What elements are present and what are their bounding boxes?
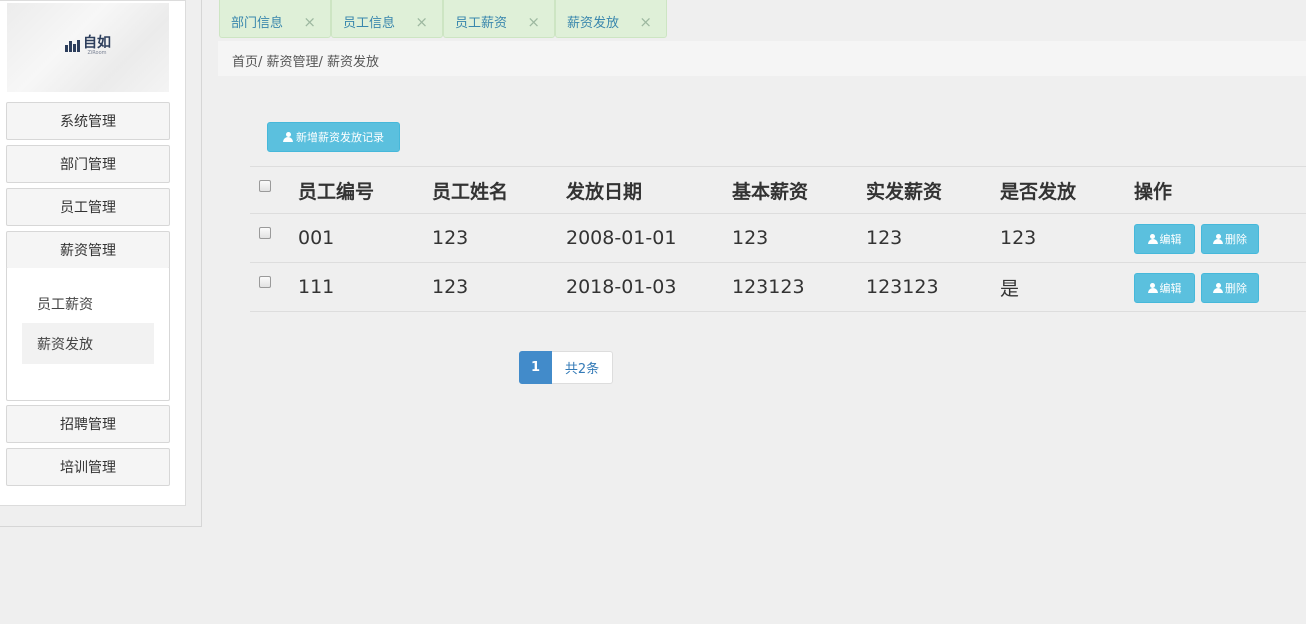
edit-button[interactable]: 编辑 <box>1134 224 1195 254</box>
submenu-item-employee-salary[interactable]: 员工薪资 <box>22 283 154 324</box>
tab-label[interactable]: 员工薪资 <box>455 14 507 34</box>
breadcrumb-bar: 首页/ 薪资管理/ 薪资发放 <box>218 41 1306 76</box>
column-header: 实发薪资 <box>866 180 943 203</box>
column-header: 基本薪资 <box>732 180 809 203</box>
sidebar-item-training[interactable]: 培训管理 <box>6 448 170 486</box>
submenu-item-salary-payment[interactable]: 薪资发放 <box>22 323 154 364</box>
select-all-checkbox[interactable] <box>259 180 271 192</box>
cell-net-salary: 123 <box>866 227 903 249</box>
logo: 自如 ZiRoom <box>7 3 169 92</box>
logo-bars-icon <box>65 39 80 52</box>
cell-employee-id: 001 <box>298 227 335 249</box>
total-count: 共2条 <box>552 351 613 384</box>
close-icon[interactable]: × <box>415 13 428 31</box>
table-row: 001 123 2008-01-01 123 123 123 编辑 删除 <box>250 214 1306 263</box>
column-header: 员工姓名 <box>432 180 509 203</box>
breadcrumb: 首页/ 薪资管理/ 薪资发放 <box>232 55 380 70</box>
user-icon <box>1147 283 1158 293</box>
tab-label[interactable]: 部门信息 <box>231 14 283 34</box>
tab-label[interactable]: 薪资发放 <box>567 14 619 34</box>
sidebar-item-salary[interactable]: 薪资管理 <box>6 231 170 269</box>
tab-employee-salary[interactable]: 员工薪资 × <box>443 0 555 38</box>
column-header: 操作 <box>1134 180 1173 203</box>
delete-button[interactable]: 删除 <box>1201 224 1259 254</box>
close-icon[interactable]: × <box>639 13 652 31</box>
user-icon <box>1213 234 1223 244</box>
logo-mark: 自如 ZiRoom <box>65 36 111 56</box>
sidebar-panel: 自如 ZiRoom 系统管理 部门管理 员工管理 薪资管理 员工薪资 薪资发放 … <box>0 0 186 506</box>
tab-employee-info[interactable]: 员工信息 × <box>331 0 443 38</box>
close-icon[interactable]: × <box>527 13 540 31</box>
row-checkbox[interactable] <box>259 227 271 239</box>
sidebar-item-employee[interactable]: 员工管理 <box>6 188 170 226</box>
logo-text: 自如 ZiRoom <box>83 36 111 56</box>
edit-label: 编辑 <box>1159 282 1182 295</box>
column-header: 发放日期 <box>566 180 643 203</box>
cell-base-salary: 123123 <box>732 276 805 298</box>
cell-pay-date: 2018-01-03 <box>566 276 677 298</box>
close-icon[interactable]: × <box>303 13 316 31</box>
edit-label: 编辑 <box>1159 233 1182 246</box>
salary-submenu: 员工薪资 薪资发放 <box>6 268 170 401</box>
delete-label: 删除 <box>1225 282 1247 295</box>
cell-net-salary: 123123 <box>866 276 939 298</box>
cell-paid-status: 是 <box>1000 277 1020 300</box>
tab-salary-payment[interactable]: 薪资发放 × <box>555 0 667 38</box>
delete-label: 删除 <box>1225 233 1247 246</box>
edit-button[interactable]: 编辑 <box>1134 273 1195 303</box>
sidebar-item-system[interactable]: 系统管理 <box>6 102 170 140</box>
cell-base-salary: 123 <box>732 227 769 249</box>
cell-employee-name: 123 <box>432 227 469 249</box>
column-header: 员工编号 <box>298 180 375 203</box>
add-salary-record-button[interactable]: 新增薪资发放记录 <box>267 122 400 152</box>
salary-payment-table: 员工编号 员工姓名 发放日期 基本薪资 实发薪资 是否发放 操作 001 123… <box>250 166 1306 312</box>
sidebar-item-department[interactable]: 部门管理 <box>6 145 170 183</box>
logo-sub-text: ZiRoom <box>87 49 107 56</box>
row-checkbox[interactable] <box>259 276 271 288</box>
cell-employee-name: 123 <box>432 276 469 298</box>
cell-employee-id: 111 <box>298 276 335 298</box>
sidebar-frame: 自如 ZiRoom 系统管理 部门管理 员工管理 薪资管理 员工薪资 薪资发放 … <box>0 0 202 527</box>
delete-button[interactable]: 删除 <box>1201 273 1259 303</box>
column-header: 是否发放 <box>1000 180 1077 203</box>
add-button-label: 新增薪资发放记录 <box>296 131 384 144</box>
logo-main-text: 自如 <box>83 34 111 51</box>
cell-paid-status: 123 <box>1000 227 1037 249</box>
table-header-row: 员工编号 员工姓名 发放日期 基本薪资 实发薪资 是否发放 操作 <box>250 166 1306 214</box>
user-icon <box>1147 234 1158 244</box>
pagination: 1 共2条 <box>519 351 613 384</box>
page-1-button[interactable]: 1 <box>519 351 552 384</box>
tab-label[interactable]: 员工信息 <box>343 14 395 34</box>
cell-pay-date: 2008-01-01 <box>566 227 677 249</box>
tab-department-info[interactable]: 部门信息 × <box>219 0 331 38</box>
user-icon <box>283 132 293 142</box>
sidebar-item-recruitment[interactable]: 招聘管理 <box>6 405 170 443</box>
user-icon <box>1213 283 1223 293</box>
table-row: 111 123 2018-01-03 123123 123123 是 编辑 删除 <box>250 263 1306 312</box>
